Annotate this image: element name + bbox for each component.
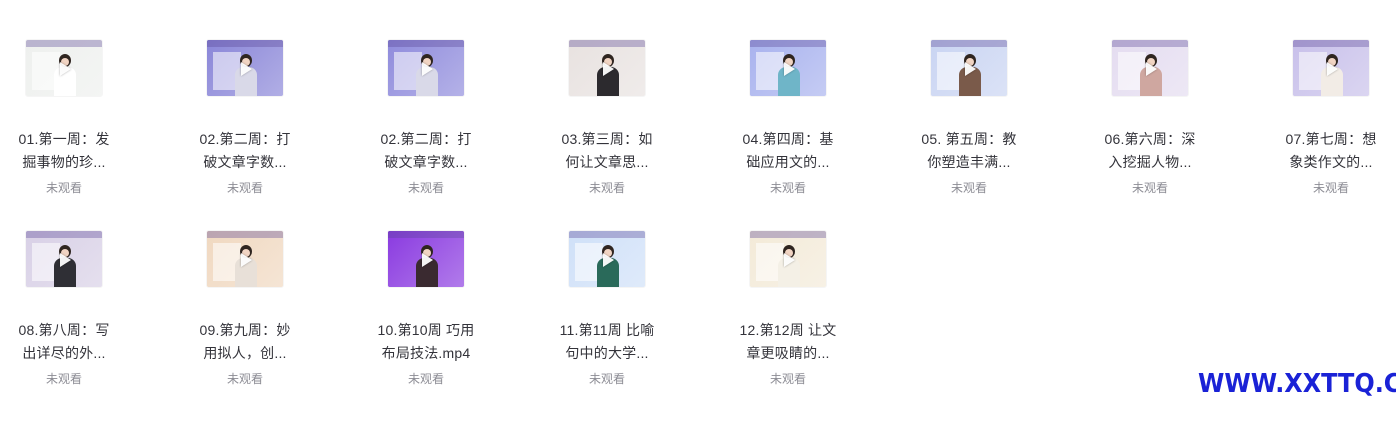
video-title[interactable]: 12.第12周 让文 章更吸睛的... [728,319,848,365]
video-title[interactable]: 08.第八周：写 出详尽的外... [4,319,124,365]
play-icon[interactable] [603,253,614,267]
video-thumbnail[interactable] [388,231,464,287]
video-title[interactable]: 09.第九周：妙 用拟人，创... [185,319,305,365]
video-thumbnail[interactable] [388,40,464,96]
watch-status: 未观看 [45,372,82,386]
video-title[interactable]: 02.第二周：打 破文章字数... [366,128,486,174]
video-thumbnail[interactable] [750,40,826,96]
video-title-line2: 掘事物的珍... [22,154,106,170]
video-title-line2: 用拟人，创... [203,345,287,361]
video-title[interactable]: 05. 第五周：教 你塑造丰满... [909,128,1029,174]
play-icon[interactable] [60,62,71,76]
play-icon[interactable] [603,62,614,76]
video-title-line1: 03.第三周：如 [561,131,653,147]
video-title[interactable]: 11.第11周 比喻 句中的大学... [547,319,667,365]
watch-status: 未观看 [1131,181,1168,195]
video-thumbnail[interactable] [26,231,102,287]
video-title-line1: 10.第10周 巧用 [377,322,475,338]
video-title[interactable]: 03.第三周：如 何让文章思... [547,128,667,174]
video-grid: 01.第一周：发 掘事物的珍... 未观看 02.第二周：打 破文章字数... 未观看 02… [0,0,1396,406]
video-title-line2: 你塑造丰满... [927,154,1011,170]
video-item[interactable]: 07.第七周：想 象类作文的... 未观看 [1271,40,1391,230]
video-title-line1: 09.第九周：妙 [199,322,291,338]
play-icon[interactable] [1146,62,1157,76]
play-icon[interactable] [241,253,252,267]
video-item[interactable]: 03.第三周：如 何让文章思... 未观看 [547,40,667,230]
video-title-line1: 01.第一周：发 [18,131,110,147]
play-icon[interactable] [784,62,795,76]
video-title-line2: 象类作文的... [1289,154,1373,170]
video-title-line1: 05. 第五周：教 [921,131,1017,147]
video-thumbnail[interactable] [931,40,1007,96]
video-item[interactable]: 09.第九周：妙 用拟人，创... 未观看 [185,231,305,421]
video-title[interactable]: 10.第10周 巧用 布局技法.mp4 [366,319,486,365]
video-item[interactable]: 11.第11周 比喻 句中的大学... 未观看 [547,231,667,421]
video-item[interactable]: 01.第一周：发 掘事物的珍... 未观看 [4,40,124,230]
video-title-line1: 07.第七周：想 [1285,131,1377,147]
video-item[interactable]: 10.第10周 巧用 布局技法.mp4 未观看 [366,231,486,421]
video-thumbnail[interactable] [207,231,283,287]
video-item[interactable]: 04.第四周：基 础应用文的... 未观看 [728,40,848,230]
video-title[interactable]: 06.第六周：深 入挖掘人物... [1090,128,1210,174]
watch-status: 未观看 [407,372,444,386]
watch-status: 未观看 [769,372,806,386]
video-thumbnail[interactable] [569,231,645,287]
video-title[interactable]: 04.第四周：基 础应用文的... [728,128,848,174]
play-icon[interactable] [422,253,433,267]
play-icon[interactable] [965,62,976,76]
play-icon[interactable] [422,62,433,76]
watch-status: 未观看 [45,181,82,195]
video-item[interactable]: 12.第12周 让文 章更吸睛的... 未观看 [728,231,848,421]
video-title[interactable]: 01.第一周：发 掘事物的珍... [4,128,124,174]
video-item[interactable]: 08.第八周：写 出详尽的外... 未观看 [4,231,124,421]
video-title-line2: 何让文章思... [565,154,649,170]
video-title-line2: 出详尽的外... [22,345,106,361]
play-icon[interactable] [784,253,795,267]
video-item[interactable]: 02.第二周：打 破文章字数... 未观看 [366,40,486,230]
watch-status: 未观看 [1312,181,1349,195]
video-item[interactable]: 02.第二周：打 破文章字数... 未观看 [185,40,305,230]
video-title-line2: 章更吸睛的... [746,345,830,361]
watch-status: 未观看 [950,181,987,195]
play-icon[interactable] [241,62,252,76]
video-title-line1: 12.第12周 让文 [739,322,837,338]
video-title-line2: 句中的大学... [565,345,649,361]
video-title-line2: 入挖掘人物... [1108,154,1192,170]
video-thumbnail[interactable] [1112,40,1188,96]
video-title-line1: 08.第八周：写 [18,322,110,338]
video-thumbnail[interactable] [569,40,645,96]
watch-status: 未观看 [407,181,444,195]
watch-status: 未观看 [588,181,625,195]
video-title-line1: 04.第四周：基 [742,131,834,147]
video-item[interactable]: 05. 第五周：教 你塑造丰满... 未观看 [909,40,1029,230]
video-title-line2: 布局技法.mp4 [381,345,471,361]
video-title-line2: 破文章字数... [384,154,468,170]
watch-status: 未观看 [226,372,263,386]
video-title[interactable]: 07.第七周：想 象类作文的... [1271,128,1391,174]
video-title[interactable]: 02.第二周：打 破文章字数... [185,128,305,174]
video-title-line2: 破文章字数... [203,154,287,170]
video-item[interactable]: 06.第六周：深 入挖掘人物... 未观看 [1090,40,1210,230]
video-thumbnail[interactable] [26,40,102,96]
video-thumbnail[interactable] [207,40,283,96]
watermark: WWW.XXTTQ.COM [1198,369,1396,399]
watch-status: 未观看 [226,181,263,195]
video-title-line1: 02.第二周：打 [380,131,472,147]
watch-status: 未观看 [588,372,625,386]
video-title-line2: 础应用文的... [746,154,830,170]
video-thumbnail[interactable] [1293,40,1369,96]
play-icon[interactable] [1327,62,1338,76]
video-title-line1: 06.第六周：深 [1104,131,1196,147]
watch-status: 未观看 [769,181,806,195]
play-icon[interactable] [60,253,71,267]
video-title-line1: 11.第11周 比喻 [559,322,655,338]
video-thumbnail[interactable] [750,231,826,287]
video-title-line1: 02.第二周：打 [199,131,291,147]
